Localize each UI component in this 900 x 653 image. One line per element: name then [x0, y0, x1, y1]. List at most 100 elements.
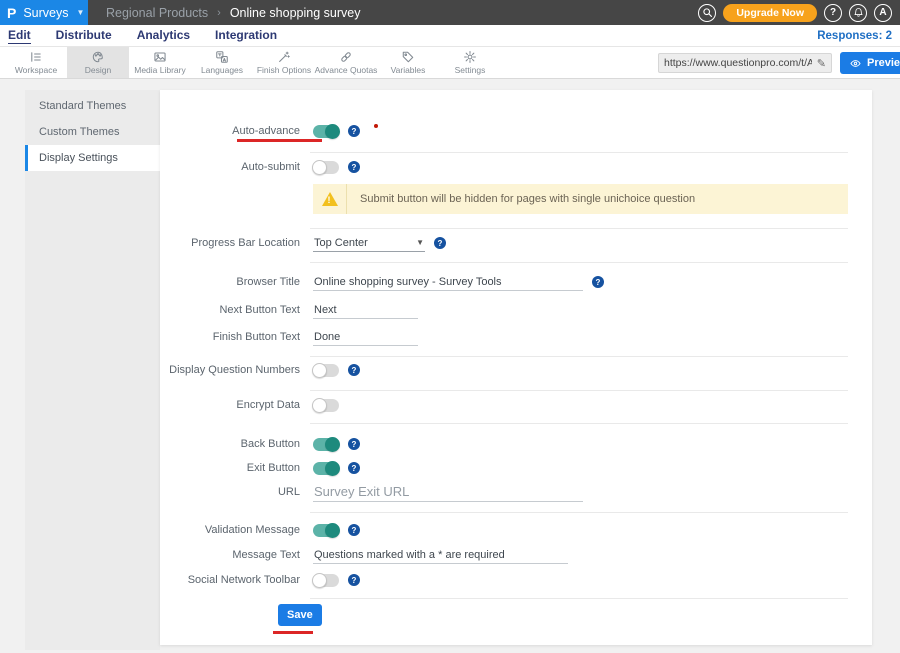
toolbar-item-workspace[interactable]: Workspace — [5, 47, 67, 78]
warning-text: Submit button will be hidden for pages w… — [360, 193, 695, 205]
variables-tag-icon — [401, 50, 415, 64]
divider — [310, 598, 848, 599]
avatar[interactable]: A — [874, 4, 892, 22]
chevron-down-icon: ▼ — [77, 8, 85, 17]
exit-url-label: URL — [160, 486, 300, 498]
back-button-label: Back Button — [160, 438, 300, 450]
auto-submit-help-icon[interactable]: ? — [348, 161, 360, 173]
product-name: Surveys — [23, 6, 68, 20]
display-settings-panel: Auto-advance ? Auto-submit ? ! Submit bu… — [160, 90, 872, 645]
auto-submit-row: Auto-submit ? — [160, 156, 872, 178]
finish-button-text-row: Finish Button Text — [160, 326, 872, 348]
progress-bar-location-select[interactable]: Top Center ▼ — [313, 235, 425, 252]
progress-bar-help-icon[interactable]: ? — [434, 237, 446, 249]
next-button-text-input[interactable] — [313, 302, 418, 319]
toolbar-item-languages[interactable]: Languages — [191, 47, 253, 78]
validation-message-label: Validation Message — [160, 524, 300, 536]
responses-count[interactable]: Responses: 2 — [817, 30, 892, 42]
finish-options-wand-icon — [277, 50, 291, 64]
warning-triangle-icon: ! — [313, 184, 347, 214]
help-button[interactable]: ? — [824, 4, 842, 22]
surveys-product-menu[interactable]: P Surveys ▼ — [0, 0, 88, 25]
message-text-row: Message Text — [160, 544, 872, 566]
save-button[interactable]: Save — [278, 604, 322, 626]
app-window: P Surveys ▼ Regional Products › Online s… — [0, 0, 900, 653]
validation-message-row: Validation Message ? — [160, 519, 872, 541]
survey-nav: Edit Distribute Analytics Integration Re… — [0, 25, 900, 47]
next-button-text-label: Next Button Text — [160, 304, 300, 316]
message-text-label: Message Text — [160, 549, 300, 561]
toolbar-item-settings[interactable]: Settings — [439, 47, 501, 78]
exit-url-input[interactable] — [313, 482, 583, 502]
nav-tab-distribute[interactable]: Distribute — [56, 28, 112, 43]
preview-button[interactable]: Preview — [840, 52, 900, 74]
exit-button-toggle[interactable] — [313, 462, 339, 475]
back-button-toggle[interactable] — [313, 438, 339, 451]
questionpro-logo: P — [7, 6, 16, 20]
social-network-toolbar-help-icon[interactable]: ? — [348, 574, 360, 586]
nav-tab-analytics[interactable]: Analytics — [137, 28, 190, 43]
settings-gear-icon — [463, 50, 477, 64]
display-question-numbers-help-icon[interactable]: ? — [348, 364, 360, 376]
pencil-icon[interactable]: ✎ — [817, 57, 831, 70]
sidebar-item-standard-themes[interactable]: Standard Themes — [25, 93, 160, 119]
auto-advance-toggle[interactable] — [313, 125, 339, 138]
validation-message-toggle[interactable] — [313, 524, 339, 537]
breadcrumb-separator: › — [217, 7, 221, 19]
next-button-text-row: Next Button Text — [160, 299, 872, 321]
workspace-icon — [29, 50, 43, 64]
toolbar-item-design[interactable]: Design — [67, 47, 129, 78]
display-question-numbers-toggle[interactable] — [313, 364, 339, 377]
display-question-numbers-label: Display Question Numbers — [160, 364, 300, 376]
auto-submit-toggle[interactable] — [313, 161, 339, 174]
finish-button-text-input[interactable] — [313, 329, 418, 346]
toolbar-item-variables[interactable]: Variables — [377, 47, 439, 78]
design-sidebar: Standard Themes Custom Themes Display Se… — [25, 90, 160, 650]
back-button-row: Back Button ? — [160, 433, 872, 455]
toolbar-item-advance-quotas[interactable]: Advance Quotas — [315, 47, 377, 78]
bell-icon[interactable] — [849, 4, 867, 22]
nav-tab-integration[interactable]: Integration — [215, 28, 277, 43]
exit-button-label: Exit Button — [160, 462, 300, 474]
progress-bar-location-label: Progress Bar Location — [160, 237, 300, 249]
submit-hidden-warning: ! Submit button will be hidden for pages… — [313, 184, 848, 214]
exit-url-row: URL — [160, 481, 872, 503]
survey-share-url-box: ✎ — [658, 53, 832, 73]
browser-title-input[interactable] — [313, 274, 583, 291]
breadcrumb-parent[interactable]: Regional Products — [106, 6, 208, 20]
breadcrumb: Regional Products › Online shopping surv… — [106, 0, 360, 25]
encrypt-data-row: Encrypt Data — [160, 394, 872, 416]
auto-advance-label: Auto-advance — [160, 125, 300, 137]
eye-icon — [849, 59, 862, 68]
browser-title-help-icon[interactable]: ? — [592, 276, 604, 288]
sidebar-item-display-settings[interactable]: Display Settings — [25, 145, 160, 171]
topbar-actions: Upgrade Now ? A — [698, 0, 900, 25]
encrypt-data-toggle[interactable] — [313, 399, 339, 412]
design-palette-icon — [91, 50, 105, 64]
social-network-toolbar-toggle[interactable] — [313, 574, 339, 587]
chevron-down-icon: ▼ — [416, 238, 424, 247]
survey-share-url-input[interactable] — [659, 57, 817, 69]
divider — [310, 423, 848, 424]
sidebar-item-custom-themes[interactable]: Custom Themes — [25, 119, 160, 145]
upgrade-now-button[interactable]: Upgrade Now — [723, 4, 817, 22]
social-network-toolbar-label: Social Network Toolbar — [160, 574, 300, 586]
top-bar: P Surveys ▼ Regional Products › Online s… — [0, 0, 900, 25]
toolbar-item-finish-options[interactable]: Finish Options — [253, 47, 315, 78]
toolbar-item-media-library[interactable]: Media Library — [129, 47, 191, 78]
back-button-help-icon[interactable]: ? — [348, 438, 360, 450]
exit-button-help-icon[interactable]: ? — [348, 462, 360, 474]
auto-submit-label: Auto-submit — [160, 161, 300, 173]
languages-icon — [215, 50, 229, 64]
auto-advance-help-icon[interactable]: ? — [348, 125, 360, 137]
media-library-icon — [153, 50, 167, 64]
search-icon[interactable] — [698, 4, 716, 22]
progress-bar-location-row: Progress Bar Location Top Center ▼ ? — [160, 232, 872, 254]
message-text-input[interactable] — [313, 547, 568, 564]
divider — [310, 356, 848, 357]
social-network-toolbar-row: Social Network Toolbar ? — [160, 569, 872, 591]
divider — [310, 262, 848, 263]
validation-message-help-icon[interactable]: ? — [348, 524, 360, 536]
annotation-underline-save — [273, 631, 313, 634]
nav-tab-edit[interactable]: Edit — [8, 28, 31, 44]
